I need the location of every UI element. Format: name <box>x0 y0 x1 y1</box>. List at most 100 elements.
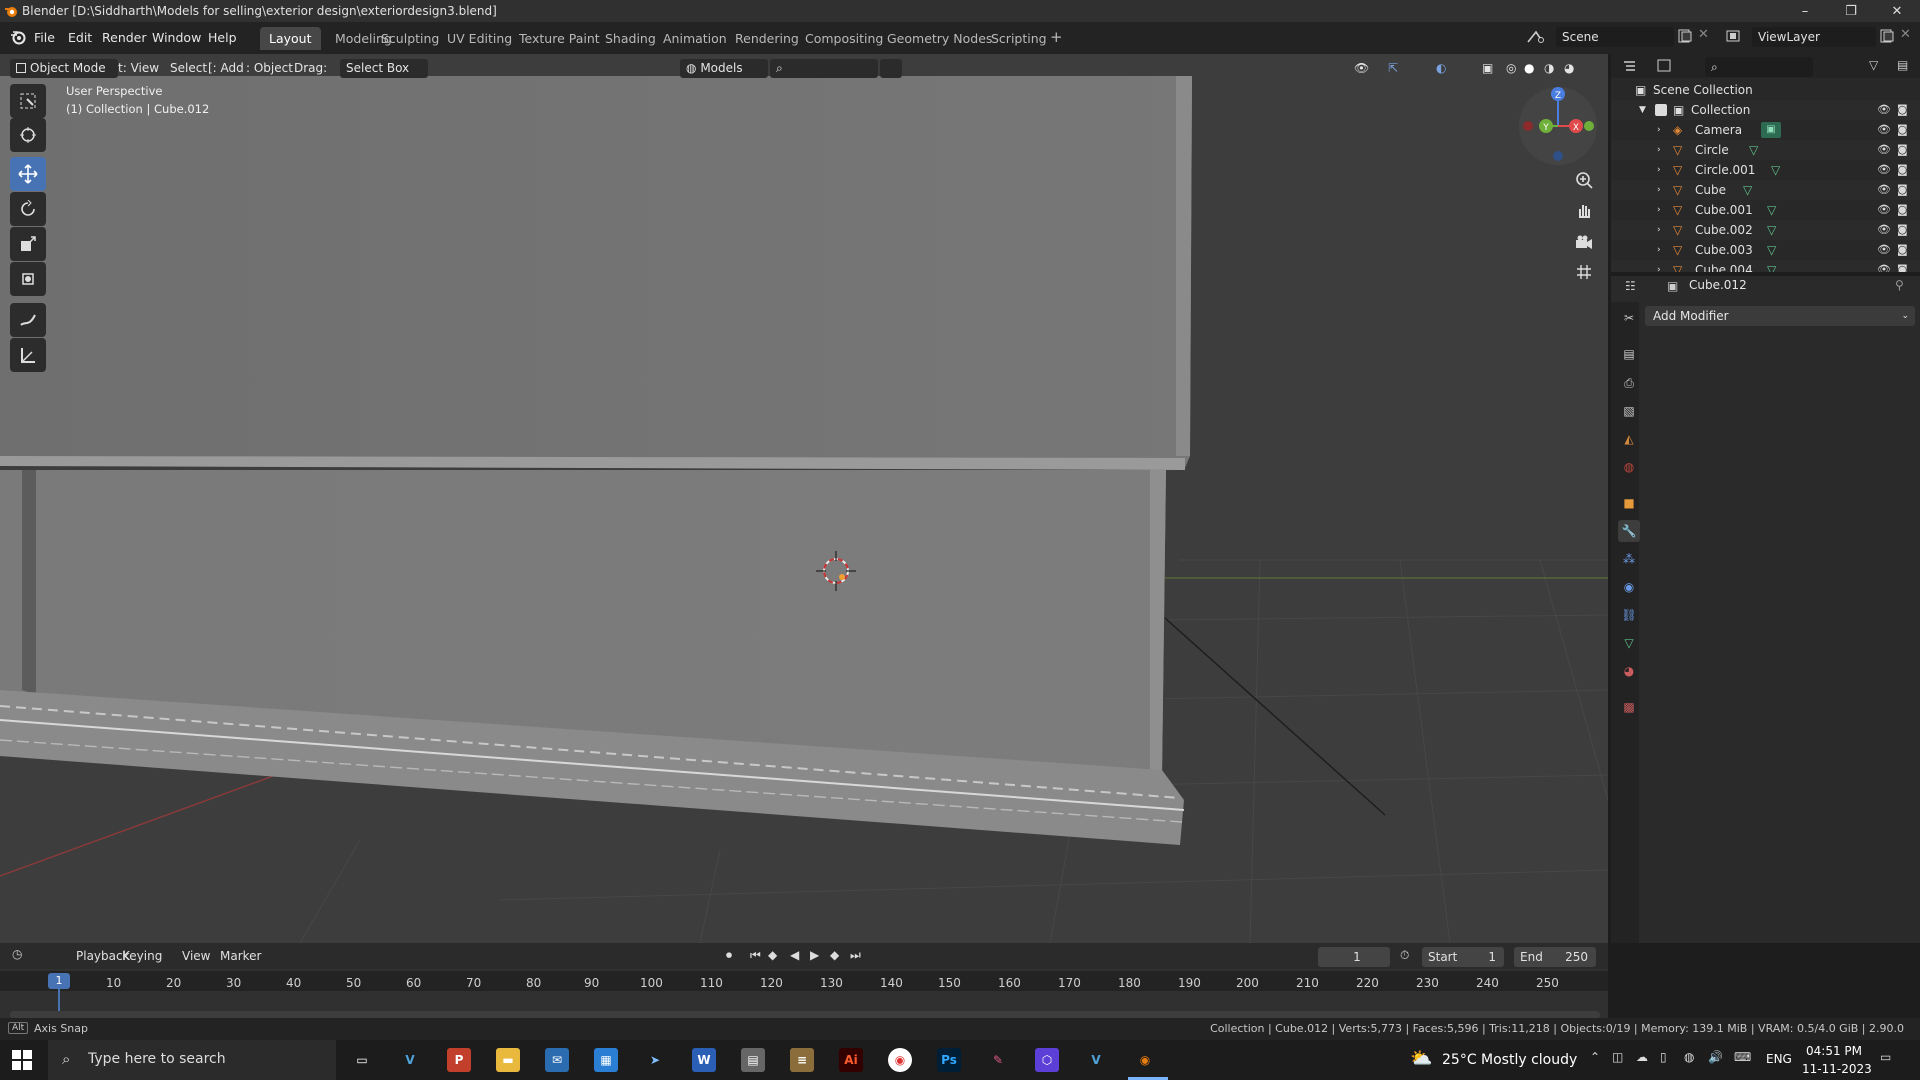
mesh-data-icon[interactable]: ▽ <box>1743 180 1752 200</box>
menu-timeline-view[interactable]: View <box>182 949 210 963</box>
outliner-item-cube-003[interactable]: › ▽ Cube.003 ▽ 👁 ◙ <box>1611 240 1920 260</box>
expand-arrow-icon[interactable]: › <box>1657 200 1661 220</box>
snap-search-field[interactable]: ⌕ <box>770 59 878 78</box>
expand-arrow-icon[interactable]: ▼ <box>1639 100 1646 120</box>
tool-settings-icon[interactable]: ✂ <box>1618 307 1640 329</box>
view-layer-field[interactable]: ViewLayer <box>1752 27 1876 47</box>
snap-dropdown[interactable] <box>880 59 902 78</box>
network-icon[interactable]: ◍ <box>1684 1050 1694 1064</box>
blender-taskbar-icon[interactable]: ◉ <box>1133 1048 1157 1072</box>
mesh-data-icon[interactable]: ▽ <box>1771 160 1780 180</box>
scene-icon[interactable] <box>1526 28 1546 46</box>
zoom-icon[interactable] <box>1570 166 1598 194</box>
eye-icon[interactable]: 👁 <box>1877 100 1891 120</box>
tab-animation[interactable]: Animation <box>654 27 736 50</box>
add-workspace-icon[interactable]: + <box>1050 28 1063 46</box>
particles-properties-icon[interactable]: ⁂ <box>1618 548 1640 570</box>
add-modifier-dropdown[interactable]: Add Modifier ⌄ <box>1645 306 1915 326</box>
tab-texture-paint[interactable]: Texture Paint <box>510 27 609 50</box>
mesh-data-icon[interactable]: ▽ <box>1767 200 1776 220</box>
view-layer-icon[interactable] <box>1726 29 1746 43</box>
camera-render-icon[interactable]: ◙ <box>1897 240 1908 260</box>
expand-arrow-icon[interactable]: › <box>1657 260 1661 272</box>
expand-arrow-icon[interactable]: › <box>1657 140 1661 160</box>
editor-type-icon[interactable] <box>1623 59 1645 73</box>
camera-view-icon[interactable] <box>1570 228 1598 256</box>
start-frame-field[interactable]: Start 1 <box>1422 947 1504 967</box>
store-icon[interactable]: ▦ <box>594 1048 618 1072</box>
word-icon[interactable]: W <box>692 1048 716 1072</box>
filter-icon[interactable]: ▽ <box>1869 58 1878 72</box>
drag-select-dropdown[interactable]: Select Box <box>340 59 428 78</box>
new-scene-icon[interactable] <box>1678 29 1692 43</box>
mesh-data-properties-icon[interactable]: ▽ <box>1618 632 1640 654</box>
outliner-scene-collection[interactable]: ▣ Scene Collection <box>1611 80 1920 100</box>
camera-render-icon[interactable]: ◙ <box>1897 220 1908 240</box>
expand-arrow-icon[interactable]: › <box>1657 180 1661 200</box>
current-frame-field[interactable]: 1 <box>1318 947 1390 967</box>
camera-render-icon[interactable]: ◙ <box>1897 100 1908 120</box>
eye-icon[interactable]: 👁 <box>1877 180 1891 200</box>
chrome-icon[interactable]: ◉ <box>888 1048 912 1072</box>
outliner-item-camera[interactable]: › ◈ Camera ▣ 👁 ◙ <box>1611 120 1920 140</box>
expand-arrow-icon[interactable]: › <box>1657 160 1661 180</box>
eye-icon[interactable]: 👁 <box>1877 120 1891 140</box>
menu-edit[interactable]: Edit <box>68 30 92 45</box>
eye-icon[interactable]: 👁 <box>1877 200 1891 220</box>
blender-menu-icon[interactable] <box>10 29 26 45</box>
end-frame-field[interactable]: End 250 <box>1514 947 1596 967</box>
world-properties-icon[interactable]: ◍ <box>1618 456 1640 478</box>
play-button[interactable]: ▶ <box>810 948 819 962</box>
language-indicator[interactable]: ENG <box>1766 1052 1792 1066</box>
outliner-item-cube-004[interactable]: › ▽ Cube.004 ▽ 👁 ◙ <box>1611 260 1920 272</box>
jump-start-button[interactable]: ⏮ <box>750 948 761 963</box>
camera-render-icon[interactable]: ◙ <box>1897 140 1908 160</box>
eye-icon[interactable]: 👁 <box>1877 240 1891 260</box>
overlay-toggle-icon[interactable]: ◐ <box>1436 59 1446 78</box>
illustrator-icon[interactable]: Ai <box>839 1048 863 1072</box>
minimize-button[interactable]: – <box>1782 0 1828 22</box>
mesh-data-icon[interactable]: ▽ <box>1767 220 1776 240</box>
tab-uv-editing[interactable]: UV Editing <box>438 27 521 50</box>
battery-icon[interactable]: ▯ <box>1660 1050 1667 1064</box>
next-keyframe-button[interactable]: ◆ <box>830 948 839 962</box>
modifier-properties-icon[interactable]: 🔧 <box>1618 520 1640 542</box>
menu-marker[interactable]: Marker <box>220 949 261 963</box>
outliner-search[interactable]: ⌕ <box>1705 57 1813 77</box>
menu-window[interactable]: Window <box>152 30 201 45</box>
eye-icon[interactable]: 👁 <box>1877 140 1891 160</box>
xray-toggle-icon[interactable]: ▣ <box>1482 59 1493 78</box>
menu-view[interactable]: t: View <box>118 59 159 78</box>
rendered-shading-icon[interactable]: ◕ <box>1564 59 1574 78</box>
camera-render-icon[interactable]: ◙ <box>1897 180 1908 200</box>
paint-icon[interactable]: ✎ <box>986 1048 1010 1072</box>
keyboard-icon[interactable]: ⌨ <box>1734 1050 1751 1064</box>
record-button[interactable]: ⏺ <box>726 948 732 963</box>
scene-name-field[interactable]: Scene <box>1556 27 1674 47</box>
expand-arrow-icon[interactable]: › <box>1657 240 1661 260</box>
file-explorer-icon[interactable]: ▬ <box>496 1048 520 1072</box>
texture-properties-icon[interactable]: ▩ <box>1618 696 1640 718</box>
camera-render-icon[interactable]: ◙ <box>1897 120 1908 140</box>
remove-view-layer-icon[interactable]: ✕ <box>1900 27 1911 42</box>
taskbar-search-box[interactable]: ⌕ Type here to search <box>48 1040 336 1080</box>
scene-properties-icon[interactable]: ◭ <box>1618 428 1640 450</box>
rotate-tool[interactable] <box>10 192 46 226</box>
gizmo-toggle-icon[interactable]: ⇱ <box>1388 59 1398 78</box>
ortho-grid-icon[interactable] <box>1570 258 1598 286</box>
material-shading-icon[interactable]: ◑ <box>1544 59 1554 78</box>
outliner-collection[interactable]: ▼ ▣ Collection 👁 ◙ <box>1611 100 1920 120</box>
outliner-item-circle[interactable]: › ▽ Circle ▽ 👁 ◙ <box>1611 140 1920 160</box>
cursor-tool[interactable] <box>10 118 46 152</box>
physics-properties-icon[interactable]: ◉ <box>1618 576 1640 598</box>
tab-layout[interactable]: Layout <box>260 27 321 50</box>
menu-help[interactable]: Help <box>208 30 237 45</box>
powerpoint-icon[interactable]: P <box>447 1048 471 1072</box>
mesh-data-icon[interactable]: ▽ <box>1749 140 1758 160</box>
wireframe-shading-icon[interactable]: ◎ <box>1506 59 1516 78</box>
outliner-item-circle-001[interactable]: › ▽ Circle.001 ▽ 👁 ◙ <box>1611 160 1920 180</box>
timeline-editor-icon[interactable]: ◷ <box>12 947 22 961</box>
menu-keying[interactable]: Keying <box>122 949 162 963</box>
jump-end-button[interactable]: ⏭ <box>850 948 861 963</box>
weather-text[interactable]: 25°C Mostly cloudy <box>1442 1052 1577 1068</box>
